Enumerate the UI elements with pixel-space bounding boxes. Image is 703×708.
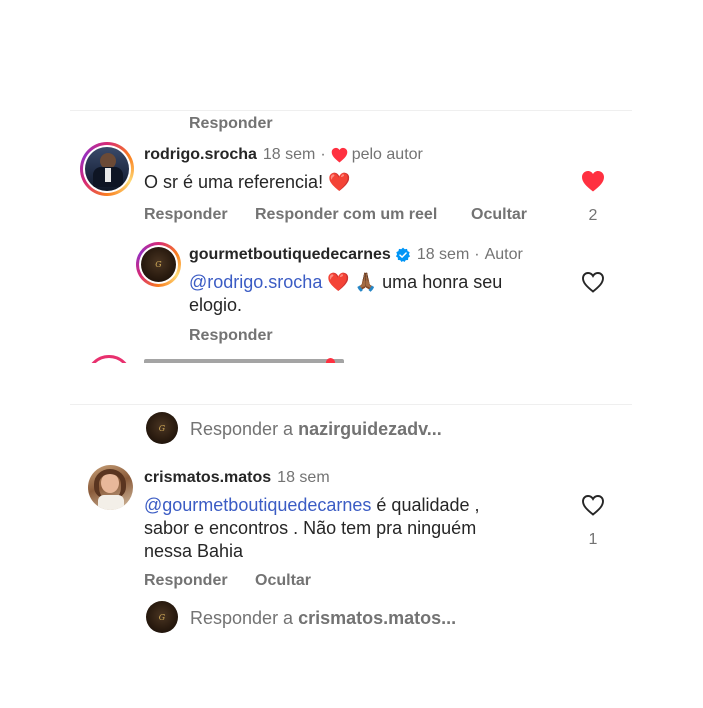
heart-outline-icon[interactable] <box>581 494 605 516</box>
reply-prompt-user: crismatos.matos... <box>298 608 457 628</box>
avatar-crismatos[interactable] <box>88 465 133 510</box>
comment-time: 18 sem <box>262 146 316 163</box>
reply-text: @rodrigo.srocha ❤️ 🙏🏾 uma honra seu elog… <box>189 271 569 317</box>
reply-prompt-prefix: Responder a <box>190 419 299 439</box>
own-avatar: G <box>146 412 178 444</box>
comment-meta: rodrigo.srocha 18 sem · pelo autor <box>144 146 423 164</box>
reply-link-previous[interactable]: Responder <box>189 115 273 133</box>
comment-username[interactable]: rodrigo.srocha <box>144 146 257 164</box>
comment-text: @gourmetboutiquedecarnes é qualidade , s… <box>144 494 574 563</box>
comment-text-line2: sabor e encontros . Não tem pra ninguém <box>144 518 477 538</box>
reply-meta: gourmetboutiquedecarnes 18 sem · Autor <box>189 246 523 264</box>
mention-link[interactable]: @gourmetboutiquedecarnes <box>144 495 371 515</box>
reply-username[interactable]: gourmetboutiquedecarnes <box>189 246 391 264</box>
reply-button[interactable]: Responder <box>144 572 228 590</box>
reply-prompt-user: nazirguidezadv... <box>298 419 442 439</box>
top-divider <box>70 110 632 111</box>
reply-with-reel-button[interactable]: Responder com um reel <box>255 206 437 224</box>
avatar-gourmetboutique[interactable]: G <box>136 242 181 287</box>
comment-text-line3: nessa Bahia <box>144 541 244 561</box>
brand-logo: G <box>141 247 176 282</box>
reply-text-line1: ❤️ 🙏🏾 uma honra seu <box>322 272 503 292</box>
heart-filled-icon[interactable] <box>581 170 605 192</box>
hide-button[interactable]: Ocultar <box>255 572 311 590</box>
like-count[interactable]: 1 <box>583 531 603 549</box>
own-avatar: G <box>146 601 178 633</box>
reply-button[interactable]: Responder <box>144 206 228 224</box>
like-count[interactable]: 2 <box>583 207 603 225</box>
section-divider <box>70 404 632 405</box>
heart-outline-icon[interactable] <box>581 271 605 293</box>
author-badge: Autor <box>484 246 523 263</box>
comment-text: O sr é uma referencia! ❤️ <box>144 172 351 192</box>
comment-username[interactable]: crismatos.matos <box>144 469 271 487</box>
reply-time: 18 sem <box>416 246 470 263</box>
reply-reply-button[interactable]: Responder <box>189 327 273 345</box>
comment-time: 18 sem <box>277 469 330 486</box>
liked-by-author-label: pelo autor <box>351 146 423 163</box>
reply-text-line2: elogio. <box>189 295 243 315</box>
clipped-next-reply <box>86 355 546 363</box>
verified-badge-icon <box>395 247 410 262</box>
comment-meta: crismatos.matos 18 sem <box>144 469 330 487</box>
avatar-rodrigo[interactable] <box>80 142 134 196</box>
reply-prompt[interactable]: Responder a crismatos.matos... <box>190 608 456 629</box>
reply-prompt[interactable]: Responder a nazirguidezadv... <box>190 419 442 440</box>
mention-link[interactable]: @rodrigo.srocha <box>189 272 322 292</box>
reply-prompt-prefix: Responder a <box>190 608 299 628</box>
comment-text-line1: é qualidade , <box>371 495 480 515</box>
separator-dot: · <box>474 246 480 263</box>
heart-filled-icon <box>331 147 347 163</box>
hide-button[interactable]: Ocultar <box>471 206 527 224</box>
separator-dot: · <box>320 146 326 163</box>
